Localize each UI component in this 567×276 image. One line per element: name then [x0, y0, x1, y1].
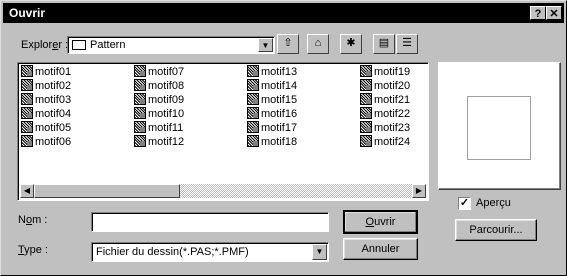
preview-checkbox[interactable]: ✓: [458, 197, 471, 210]
close-button[interactable]: ✕: [546, 6, 562, 20]
file-column: motif13 motif14 motif15 motif16 motif17 …: [247, 65, 297, 149]
up-folder-button[interactable]: ⇧: [277, 34, 299, 54]
list-item[interactable]: motif01: [21, 65, 71, 79]
new-folder-button[interactable]: ✱: [340, 34, 362, 54]
filetype-value: Fichier du dessin(*.PAS;*.PMF): [96, 246, 249, 258]
file-icon: [21, 65, 33, 77]
lookin-value: Pattern: [90, 39, 126, 51]
desktop-icon: ⌂: [314, 37, 322, 49]
file-icon: [360, 135, 372, 147]
file-icon: [134, 107, 146, 119]
details-view-button[interactable]: ☰: [396, 34, 418, 54]
list-item[interactable]: motif19: [360, 65, 410, 79]
file-icon: [360, 65, 372, 77]
up-folder-icon: ⇧: [283, 37, 293, 49]
scroll-right-icon[interactable]: ▶: [412, 184, 426, 198]
file-icon: [21, 107, 33, 119]
desktop-button[interactable]: ⌂: [307, 34, 329, 54]
file-icon: [247, 79, 259, 91]
file-icon: [21, 79, 33, 91]
list-item[interactable]: motif22: [360, 107, 410, 121]
open-dialog: Ouvrir ? ✕ Explorer : Pattern ▼ ⇧ ⌂ ✱ ▤ …: [0, 0, 567, 276]
list-item[interactable]: motif24: [360, 135, 410, 149]
list-item[interactable]: motif15: [247, 93, 297, 107]
chevron-down-icon[interactable]: ▼: [312, 244, 327, 260]
file-icon: [134, 135, 146, 147]
title-bar: Ouvrir ? ✕: [3, 3, 564, 23]
list-item[interactable]: motif05: [21, 121, 71, 135]
file-icon: [247, 65, 259, 77]
list-item[interactable]: motif18: [247, 135, 297, 149]
preview-frame: [467, 96, 531, 160]
file-icon: [134, 79, 146, 91]
list-item[interactable]: motif09: [134, 93, 184, 107]
folder-icon: [72, 40, 86, 50]
list-item[interactable]: motif04: [21, 107, 71, 121]
file-icon: [21, 121, 33, 133]
list-item[interactable]: motif14: [247, 79, 297, 93]
list-item[interactable]: motif06: [21, 135, 71, 149]
chevron-down-icon[interactable]: ▼: [258, 38, 273, 52]
list-view-icon: ▤: [378, 37, 390, 49]
file-icon: [134, 65, 146, 77]
filename-label: Nom :: [18, 214, 48, 226]
list-item[interactable]: motif03: [21, 93, 71, 107]
file-icon: [247, 93, 259, 105]
file-icon: [360, 79, 372, 91]
new-folder-icon: ✱: [346, 37, 356, 49]
list-item[interactable]: motif11: [134, 121, 184, 135]
open-button[interactable]: Ouvrir: [343, 210, 418, 234]
window-title: Ouvrir: [9, 6, 46, 20]
list-item[interactable]: motif16: [247, 107, 297, 121]
preview-label: Aperçu: [476, 197, 511, 209]
list-item[interactable]: motif02: [21, 79, 71, 93]
file-icon: [247, 121, 259, 133]
cancel-button[interactable]: Annuler: [343, 238, 418, 260]
list-item[interactable]: motif23: [360, 121, 410, 135]
list-item[interactable]: motif07: [134, 65, 184, 79]
file-icon: [247, 107, 259, 119]
lookin-label: Explorer :: [21, 39, 69, 51]
file-icon: [134, 93, 146, 105]
filetype-dropdown[interactable]: Fichier du dessin(*.PAS;*.PMF) ▼: [91, 242, 329, 262]
file-icon: [21, 93, 33, 105]
details-view-icon: ☰: [402, 37, 412, 49]
file-list[interactable]: motif01 motif02 motif03 motif04 motif05 …: [17, 62, 429, 201]
file-icon: [360, 93, 372, 105]
list-item[interactable]: motif10: [134, 107, 184, 121]
scroll-left-icon[interactable]: ◀: [20, 184, 34, 198]
list-item[interactable]: motif20: [360, 79, 410, 93]
file-icon: [360, 107, 372, 119]
filename-input[interactable]: [91, 212, 329, 232]
file-column: motif07 motif08 motif09 motif10 motif11 …: [134, 65, 184, 149]
file-column: motif19 motif20 motif21 motif22 motif23 …: [360, 65, 410, 149]
file-icon: [247, 135, 259, 147]
help-button[interactable]: ?: [530, 6, 546, 20]
lookin-dropdown[interactable]: Pattern ▼: [67, 36, 275, 54]
list-item[interactable]: motif12: [134, 135, 184, 149]
file-icon: [21, 135, 33, 147]
filetype-label: Type :: [18, 244, 48, 256]
file-icon: [134, 121, 146, 133]
list-item[interactable]: motif13: [247, 65, 297, 79]
preview-pane: [438, 62, 561, 190]
list-item[interactable]: motif08: [134, 79, 184, 93]
list-view-button[interactable]: ▤: [373, 34, 395, 54]
file-icon: [360, 121, 372, 133]
scrollbar-thumb[interactable]: [34, 184, 180, 198]
list-item[interactable]: motif17: [247, 121, 297, 135]
horizontal-scrollbar[interactable]: ◀ ▶: [20, 184, 426, 198]
file-column: motif01 motif02 motif03 motif04 motif05 …: [21, 65, 71, 149]
browse-button[interactable]: Parcourir...: [455, 219, 537, 241]
list-item[interactable]: motif21: [360, 93, 410, 107]
